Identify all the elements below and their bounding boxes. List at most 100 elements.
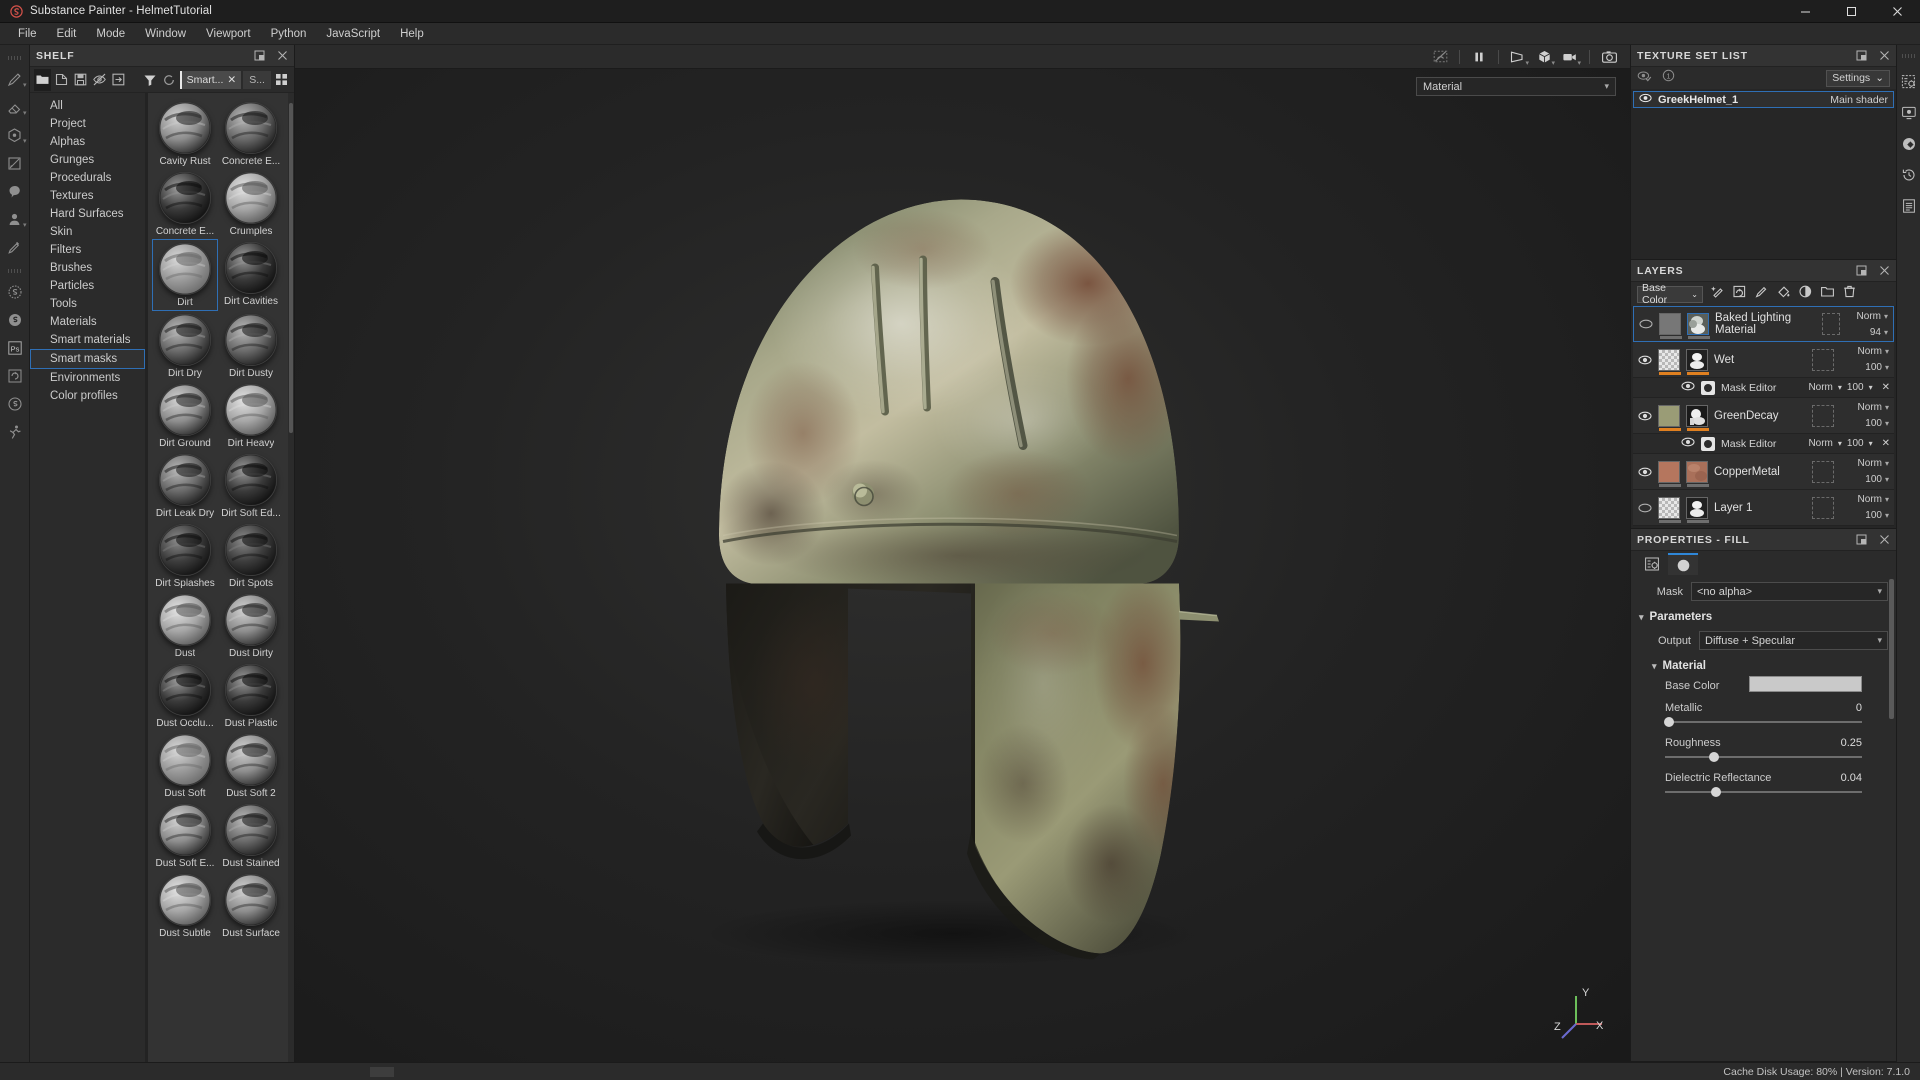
polygon-fill-tool[interactable] bbox=[3, 150, 27, 176]
shelf-category-filters[interactable]: Filters bbox=[30, 241, 145, 259]
layer-blend-mode[interactable]: Norm ▾ bbox=[1858, 402, 1889, 413]
layer-content-thumbnail[interactable] bbox=[1658, 460, 1680, 483]
render-mode-button[interactable]: ▾ bbox=[1557, 45, 1583, 69]
info-icon[interactable]: 1 bbox=[1662, 69, 1675, 87]
shelf-filter-chip[interactable]: Smart... ✕ bbox=[179, 70, 242, 89]
pause-engine-button[interactable] bbox=[1466, 45, 1492, 69]
eye-icon[interactable] bbox=[1638, 411, 1652, 421]
slider-knob[interactable] bbox=[1709, 752, 1720, 762]
add-mask-icon[interactable] bbox=[1732, 284, 1747, 304]
menu-file[interactable]: File bbox=[8, 25, 47, 43]
parameters-group-header[interactable]: ▾ Parameters bbox=[1639, 611, 1888, 623]
layer-mask-effect-row[interactable]: Mask Editor Norm ▾ 100 ▾ ✕ bbox=[1633, 434, 1894, 454]
eraser-tool[interactable]: ▾ bbox=[3, 94, 27, 120]
menu-help[interactable]: Help bbox=[390, 25, 434, 43]
shelf-asset[interactable]: Cavity Rust bbox=[152, 99, 218, 169]
layer-blend-mode[interactable]: Norm ▾ bbox=[1858, 346, 1889, 357]
material-group-header[interactable]: ▾ Material bbox=[1652, 660, 1888, 672]
layer-opacity[interactable]: 100 ▾ bbox=[1865, 418, 1889, 429]
camera-perspective-button[interactable]: ▾ bbox=[1505, 45, 1531, 69]
shelf-asset[interactable]: Dust Occlu... bbox=[152, 661, 218, 731]
iray-render-icon[interactable] bbox=[3, 363, 27, 389]
layer-material-thumbnail[interactable] bbox=[1686, 348, 1708, 371]
layer-mask-effect-row[interactable]: Mask Editor Norm ▾ 100 ▾ ✕ bbox=[1633, 378, 1894, 398]
base-color-swatch[interactable] bbox=[1749, 676, 1862, 692]
shelf-asset[interactable]: Dust Subtle bbox=[152, 871, 218, 941]
mask-blend-mode[interactable]: Norm bbox=[1808, 382, 1832, 393]
menu-javascript[interactable]: JavaScript bbox=[316, 25, 390, 43]
eye-hidden-icon[interactable] bbox=[1639, 319, 1653, 329]
display-settings-icon[interactable] bbox=[1901, 105, 1917, 126]
rail-drag-handle[interactable] bbox=[1901, 51, 1917, 60]
viewport-material-dropdown[interactable]: Material ▾ bbox=[1416, 77, 1616, 96]
clone-stamp-tool[interactable]: ▾ bbox=[3, 206, 27, 232]
helmet-3d-model[interactable] bbox=[623, 163, 1303, 968]
shelf-search-input[interactable]: S... bbox=[243, 70, 271, 89]
maximize-button[interactable] bbox=[1828, 0, 1874, 23]
layer-content-thumbnail[interactable] bbox=[1659, 313, 1681, 335]
menu-edit[interactable]: Edit bbox=[47, 25, 87, 43]
material-picker-tool[interactable] bbox=[3, 234, 27, 260]
substance-source-icon[interactable] bbox=[3, 279, 27, 305]
refresh-icon[interactable] bbox=[161, 69, 178, 91]
import-resource-button[interactable] bbox=[110, 69, 127, 91]
shelf-category-skin[interactable]: Skin bbox=[30, 223, 145, 241]
hide-resource-button[interactable] bbox=[91, 69, 108, 91]
shelf-asset[interactable]: Crumples bbox=[218, 169, 284, 239]
add-folder-icon[interactable] bbox=[1820, 284, 1835, 304]
layer-opacity[interactable]: 94 ▾ bbox=[1870, 327, 1888, 338]
layer-blend-mode[interactable]: Norm ▾ bbox=[1857, 311, 1888, 322]
shelf-category-all[interactable]: All bbox=[30, 97, 145, 115]
layer-opacity[interactable]: 100 ▾ bbox=[1865, 510, 1889, 521]
layer-content-thumbnail[interactable] bbox=[1658, 404, 1680, 427]
layer-material-thumbnail[interactable] bbox=[1686, 460, 1708, 483]
shelf-asset[interactable]: Dirt Dry bbox=[152, 311, 218, 381]
shelf-asset[interactable]: Dirt bbox=[152, 239, 218, 311]
substance-logo-icon[interactable] bbox=[3, 391, 27, 417]
add-effect-icon[interactable] bbox=[1710, 284, 1725, 304]
properties-settings-tab[interactable] bbox=[1637, 553, 1667, 575]
slider-track[interactable] bbox=[1665, 751, 1862, 763]
shelf-category-textures[interactable]: Textures bbox=[30, 187, 145, 205]
toggle-uv-overlay-button[interactable] bbox=[1427, 45, 1453, 69]
eye-check-icon[interactable] bbox=[1637, 69, 1652, 87]
remove-mask-effect-icon[interactable]: ✕ bbox=[1878, 438, 1890, 449]
display-3d-mesh-button[interactable]: ▾ bbox=[1531, 45, 1557, 69]
add-adjustment-icon[interactable] bbox=[1798, 284, 1813, 304]
shelf-category-procedurals[interactable]: Procedurals bbox=[30, 169, 145, 187]
shelf-category-smart-masks[interactable]: Smart masks bbox=[30, 349, 145, 369]
shelf-asset[interactable]: Dust bbox=[152, 591, 218, 661]
output-select[interactable]: Diffuse + Specular ▾ bbox=[1699, 631, 1888, 650]
eye-icon[interactable] bbox=[1681, 437, 1695, 450]
shelf-asset[interactable]: Dust Soft E... bbox=[152, 801, 218, 871]
shelf-scrollbar[interactable] bbox=[288, 93, 294, 1062]
history-icon[interactable] bbox=[1901, 167, 1917, 188]
new-resource-button[interactable] bbox=[53, 69, 70, 91]
toolbar-drag-handle[interactable] bbox=[7, 53, 23, 62]
add-paint-layer-icon[interactable] bbox=[1754, 284, 1769, 304]
folder-view-button[interactable] bbox=[34, 68, 52, 91]
dock-icon[interactable] bbox=[1856, 265, 1867, 276]
filter-icon[interactable] bbox=[141, 69, 158, 91]
shelf-category-grunges[interactable]: Grunges bbox=[30, 151, 145, 169]
shelf-category-tools[interactable]: Tools bbox=[30, 295, 145, 313]
texture-set-settings-button[interactable]: Settings ⌄ bbox=[1826, 69, 1890, 87]
mask-opacity[interactable]: 100 bbox=[1847, 438, 1864, 449]
layer-row[interactable]: CopperMetal Norm ▾ 100 ▾ bbox=[1633, 454, 1894, 490]
add-fill-layer-icon[interactable] bbox=[1776, 284, 1791, 304]
shelf-asset[interactable]: Dust Stained bbox=[218, 801, 284, 871]
shelf-category-hard-surfaces[interactable]: Hard Surfaces bbox=[30, 205, 145, 223]
photoshop-link-icon[interactable]: Ps bbox=[3, 335, 27, 361]
layer-row[interactable]: GreenDecay Norm ▾ 100 ▾ bbox=[1633, 398, 1894, 434]
log-icon[interactable] bbox=[1901, 198, 1917, 219]
shelf-category-materials[interactable]: Materials bbox=[30, 313, 145, 331]
shelf-asset[interactable]: Concrete E... bbox=[152, 169, 218, 239]
shelf-category-alphas[interactable]: Alphas bbox=[30, 133, 145, 151]
shelf-asset[interactable]: Dirt Splashes bbox=[152, 521, 218, 591]
eye-icon[interactable] bbox=[1681, 381, 1695, 394]
menu-window[interactable]: Window bbox=[135, 25, 196, 43]
eye-icon[interactable] bbox=[1638, 467, 1652, 477]
close-icon[interactable] bbox=[277, 50, 288, 61]
screenshot-button[interactable] bbox=[1596, 45, 1622, 69]
shelf-asset[interactable]: Concrete E... bbox=[218, 99, 284, 169]
